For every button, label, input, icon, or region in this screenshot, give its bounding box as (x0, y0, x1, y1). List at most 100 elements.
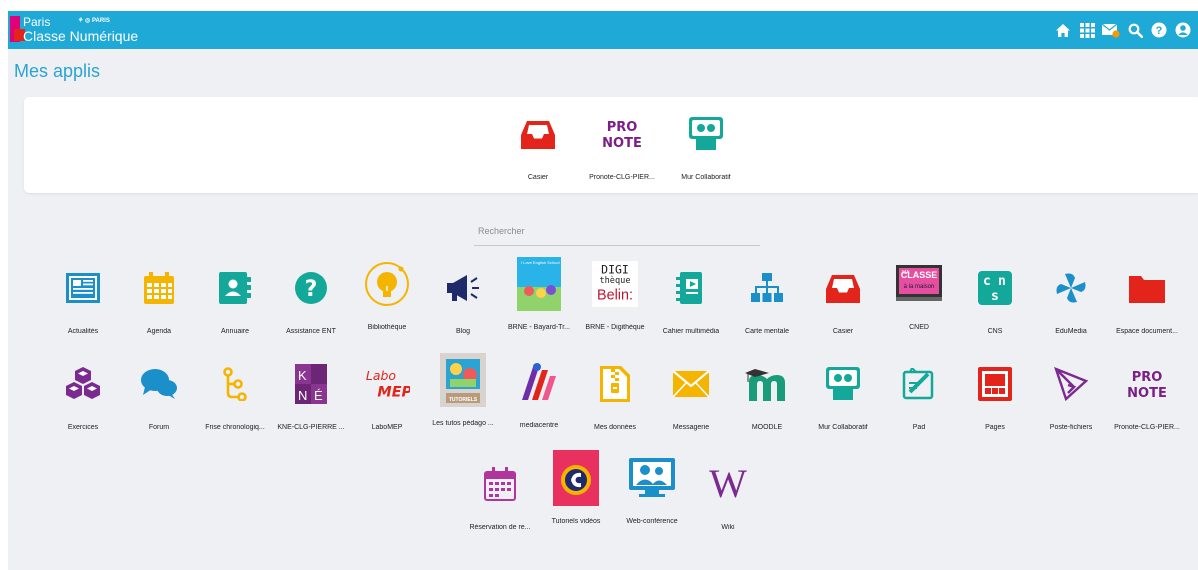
app-labomep[interactable]: Labo MEP LaboMEP (349, 361, 425, 449)
svg-text:thèque: thèque (599, 275, 630, 286)
app-label: EduMedia (1055, 328, 1087, 335)
app-label: Pages (985, 424, 1005, 431)
app-web-conference[interactable]: Web-conférence (614, 455, 690, 543)
app-casier[interactable]: Casier (805, 265, 881, 353)
cubes-icon (60, 361, 106, 407)
search-icon[interactable] (1126, 21, 1144, 39)
favorite-app-casier[interactable]: Casier (500, 111, 576, 199)
app-label: Forum (148, 424, 170, 431)
search-input[interactable] (474, 216, 760, 246)
app-actualites[interactable]: Actualités (45, 265, 121, 353)
user-icon[interactable] (1174, 21, 1192, 39)
chat-bubbles-icon (136, 361, 182, 407)
app-forum[interactable]: Forum (121, 361, 197, 449)
app-label: Espace document... (1116, 328, 1178, 335)
app-label: CNED (909, 324, 929, 331)
app-moodle[interactable]: MOODLE (729, 361, 805, 449)
app-bibliotheque[interactable]: Bibliothèque (349, 261, 425, 349)
mur-collaboratif-icon (820, 361, 866, 407)
app-label: Exercices (67, 424, 99, 431)
apps-grid-icon[interactable] (1078, 21, 1096, 39)
app-frise-chronologique[interactable]: Frise chronologiq... (197, 361, 273, 449)
cns-icon: cns (972, 265, 1018, 311)
pad-icon (896, 361, 942, 407)
app-mur-collaboratif[interactable]: Mur Collaboratif (805, 361, 881, 449)
favorite-app-pronote[interactable]: PRO NOTE Pronote-CLG-PIER... (584, 111, 660, 199)
app-blog[interactable]: Blog (425, 265, 501, 353)
pages-icon (972, 361, 1018, 407)
app-label: BRNE - Digithèque (585, 324, 645, 331)
app-label: Annuaire (220, 328, 250, 335)
digitheque-icon: DIGI thèque Belin: (592, 261, 638, 307)
app-label: CNS (987, 328, 1003, 335)
app-window: Paris Classe Numérique ⚘ ◎ PARIS ? Mes a… (8, 11, 1198, 570)
envelope-icon (668, 361, 714, 407)
labomep-icon: Labo MEP (364, 361, 410, 407)
app-mediacentre[interactable]: mediacentre (501, 359, 577, 447)
svg-text:TUTORIELS: TUTORIELS (449, 397, 478, 403)
app-mes-donnees[interactable]: Mes données (577, 361, 653, 449)
favorite-app-mur-collaboratif[interactable]: Mur Collaboratif (668, 111, 744, 199)
kne-icon: KNÉ (288, 361, 334, 407)
app-tutos-pedago[interactable]: TUTORIELS Les tutos pédago ... (425, 353, 501, 445)
app-espace-documentaire[interactable]: Espace document... (1109, 265, 1185, 353)
app-pad[interactable]: Pad (881, 361, 957, 449)
svg-text:I Love English School: I Love English School (521, 260, 560, 265)
app-cahier-multimedia[interactable]: Cahier multimédia (653, 265, 729, 353)
svg-text:Belin:: Belin: (597, 287, 633, 303)
moodle-icon (744, 361, 790, 407)
svg-text:DIGI: DIGI (601, 262, 629, 276)
app-assistance-ent[interactable]: ? Assistance ENT (273, 265, 349, 353)
app-pronote[interactable]: PRO NOTE Pronote-CLG-PIER... (1109, 361, 1185, 449)
app-label: Casier (832, 328, 854, 335)
video-tutorials-icon (553, 450, 599, 506)
contact-book-icon (212, 265, 258, 311)
app-exercices[interactable]: Exercices (45, 361, 121, 449)
favorite-app-label: Mur Collaboratif (681, 174, 731, 181)
help-icon[interactable]: ? (1150, 21, 1168, 39)
app-reservation[interactable]: Réservation de re... (462, 461, 538, 549)
mediacentre-icon (516, 359, 562, 405)
svg-text:NOTE: NOTE (1127, 386, 1167, 401)
app-messagerie[interactable]: Messagerie (653, 361, 729, 449)
lightbulb-icon (364, 261, 410, 307)
app-annuaire[interactable]: Annuaire (197, 265, 273, 353)
app-edumedia[interactable]: EduMedia (1033, 265, 1109, 353)
svg-text:Labo: Labo (366, 368, 396, 383)
mail-icon[interactable] (1102, 21, 1120, 39)
app-agenda[interactable]: Agenda (121, 265, 197, 353)
pronote-icon: PRO NOTE (1124, 361, 1170, 407)
app-label: Mur Collaboratif (818, 424, 868, 431)
app-label: Cahier multimédia (662, 328, 720, 335)
svg-text:?: ? (305, 277, 318, 302)
question-icon: ? (288, 265, 334, 311)
svg-text:MEP: MEP (377, 384, 410, 400)
svg-text:c: c (983, 274, 991, 289)
app-wiki[interactable]: W Wiki (690, 461, 766, 549)
app-pages[interactable]: Pages (957, 361, 1033, 449)
paper-plane-icon (1048, 361, 1094, 407)
app-cns[interactable]: cns CNS (957, 265, 1033, 353)
svg-text:à la maison: à la maison (904, 284, 935, 290)
svg-text:K: K (298, 368, 307, 383)
svg-text:s: s (991, 289, 999, 304)
top-icon-bar: ? (1054, 21, 1192, 39)
home-icon[interactable] (1054, 21, 1072, 39)
page-title: Mes applis (14, 61, 101, 81)
app-poste-fichiers[interactable]: Poste-fichiers (1033, 361, 1109, 449)
newspaper-icon (60, 265, 106, 311)
app-label: Tutoriels vidéos (551, 518, 601, 525)
app-carte-mentale[interactable]: Carte mentale (729, 265, 805, 353)
app-tutoriels-videos[interactable]: Tutoriels vidéos (538, 450, 614, 543)
app-kne[interactable]: KNÉ KNE-CLG-PIERRE ... (273, 361, 349, 449)
app-brne-bayard[interactable]: I Love English School BRNE - Bayard-Tr..… (501, 257, 577, 349)
app-label: KNE-CLG-PIERRE ... (277, 424, 345, 431)
app-label: Assistance ENT (286, 328, 336, 335)
notebook-icon (668, 265, 714, 311)
app-label: Pad (912, 424, 926, 431)
app-cned[interactable]: CLASSE à la maison MA CNED (881, 261, 957, 349)
app-label: Carte mentale (745, 328, 789, 335)
svg-text:N: N (298, 388, 307, 403)
paris-classe-numerique-logo[interactable]: Paris Classe Numérique ⚘ ◎ PARIS (10, 15, 170, 45)
app-brne-digitheque[interactable]: DIGI thèque Belin: BRNE - Digithèque (577, 261, 653, 349)
